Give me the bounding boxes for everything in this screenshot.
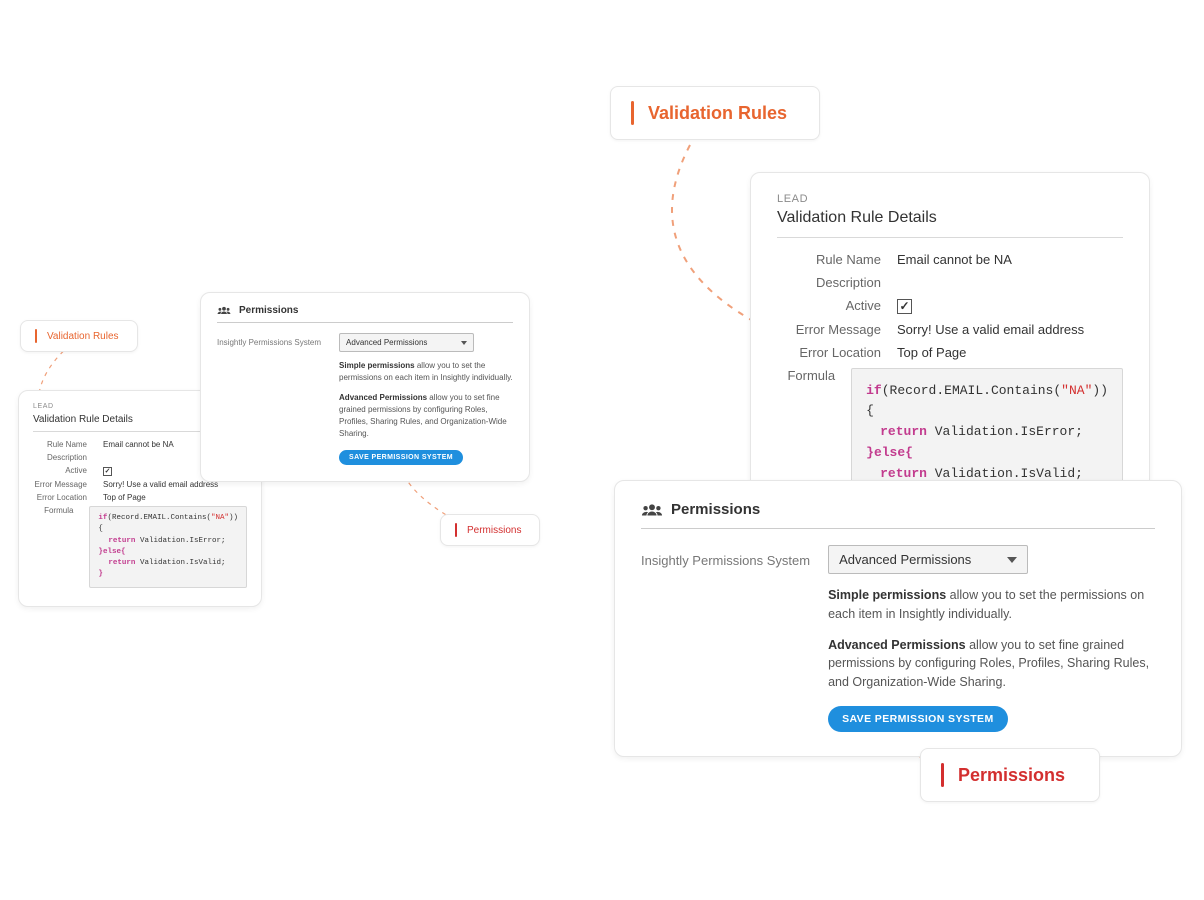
chevron-down-icon (1007, 557, 1017, 563)
select-value: Advanced Permissions (346, 338, 427, 347)
fx-brace2: { (121, 548, 126, 556)
tag-label: Validation Rules (648, 103, 787, 124)
vrd-label-formula: Formula (777, 368, 851, 383)
permissions-panel-small: Permissions Insightly Permissions System… (200, 292, 530, 482)
group-icon (217, 306, 231, 315)
simple-bold: Simple permissions (339, 361, 415, 370)
permissions-system-select[interactable]: Advanced Permissions (828, 545, 1028, 574)
fx-if: if (866, 383, 882, 398)
fx-return2: return (880, 466, 927, 481)
vrd-value-error-location: Top of Page (103, 493, 146, 502)
adv-bold: Advanced Permissions (339, 393, 427, 402)
save-permission-system-button[interactable]: SAVE PERMISSION SYSTEM (828, 706, 1008, 732)
fx-brace: } (866, 445, 874, 460)
fx-else: else (874, 445, 905, 460)
vrd-label-description: Description (777, 275, 897, 290)
chevron-down-icon (461, 341, 467, 345)
permissions-system-label: Insightly Permissions System (217, 333, 321, 465)
vrd-label-error-location: Error Location (777, 345, 897, 360)
fx-return2: return (108, 559, 135, 567)
fx-endbrace: } (98, 570, 103, 578)
vrd-label-active: Active (33, 466, 103, 476)
adv-bold: Advanced Permissions (828, 638, 966, 652)
select-value: Advanced Permissions (839, 552, 971, 567)
fx-str: "NA" (211, 514, 229, 522)
fx-expr: (Record.EMAIL.Contains( (107, 514, 211, 522)
tag-permissions-large: Permissions (920, 748, 1100, 802)
simple-permissions-desc: Simple permissions allow you to set the … (339, 360, 513, 384)
advanced-permissions-desc: Advanced Permissions allow you to set fi… (339, 392, 513, 440)
vrd-category-label: LEAD (777, 193, 1123, 205)
tag-validation-rules-small: Validation Rules (20, 320, 138, 352)
vrd-label-error-location: Error Location (33, 493, 103, 502)
fx-ret2: Validation.IsValid; (927, 466, 1083, 481)
vrd-title: Validation Rule Details (777, 209, 1123, 238)
tag-accent-bar (35, 329, 37, 343)
save-permission-system-button[interactable]: SAVE PERMISSION SYSTEM (339, 450, 463, 465)
vrd-value-rule-name: Email cannot be NA (897, 252, 1012, 267)
advanced-permissions-desc: Advanced Permissions allow you to set fi… (828, 636, 1155, 692)
tag-validation-rules-large: Validation Rules (610, 86, 820, 140)
permissions-system-label: Insightly Permissions System (641, 545, 810, 732)
tag-permissions-small: Permissions (440, 514, 540, 546)
fx-return: return (108, 537, 135, 545)
permissions-system-select[interactable]: Advanced Permissions (339, 333, 474, 352)
tag-label: Permissions (467, 525, 521, 536)
vrd-value-rule-name: Email cannot be NA (103, 440, 174, 449)
vrd-label-active: Active (777, 298, 897, 314)
vrd-label-error-message: Error Message (33, 480, 103, 489)
permissions-title: Permissions (671, 501, 760, 518)
fx-ret1: Validation.IsError; (927, 424, 1083, 439)
tag-label: Permissions (958, 765, 1065, 786)
fx-ret1: Validation.IsError; (135, 537, 225, 545)
vrd-value-error-message: Sorry! Use a valid email address (897, 322, 1084, 337)
vrd-active-checkbox[interactable] (103, 467, 112, 476)
simple-permissions-desc: Simple permissions allow you to set the … (828, 586, 1155, 624)
vrd-label-error-message: Error Message (777, 322, 897, 337)
vrd-value-error-message: Sorry! Use a valid email address (103, 480, 218, 489)
fx-ret2: Validation.IsValid; (135, 559, 225, 567)
tag-accent-bar (631, 101, 634, 125)
vrd-label-formula: Formula (33, 506, 89, 515)
tag-accent-bar (941, 763, 944, 787)
fx-expr: (Record.EMAIL.Contains( (882, 383, 1061, 398)
group-icon (641, 503, 663, 517)
permissions-title: Permissions (239, 305, 298, 316)
fx-else: else (103, 548, 121, 556)
formula-box-small: if(Record.EMAIL.Contains("NA")){ return … (89, 506, 247, 588)
vrd-active-checkbox[interactable] (897, 299, 912, 314)
tag-accent-bar (455, 523, 457, 537)
fx-return: return (880, 424, 927, 439)
vrd-label-rule-name: Rule Name (33, 440, 103, 449)
permissions-panel-large: Permissions Insightly Permissions System… (614, 480, 1182, 757)
simple-bold: Simple permissions (828, 588, 946, 602)
tag-label: Validation Rules (47, 331, 119, 342)
vrd-label-description: Description (33, 453, 103, 462)
fx-str: "NA" (1061, 383, 1092, 398)
vrd-label-rule-name: Rule Name (777, 252, 897, 267)
fx-brace2: { (905, 445, 913, 460)
vrd-value-error-location: Top of Page (897, 345, 966, 360)
